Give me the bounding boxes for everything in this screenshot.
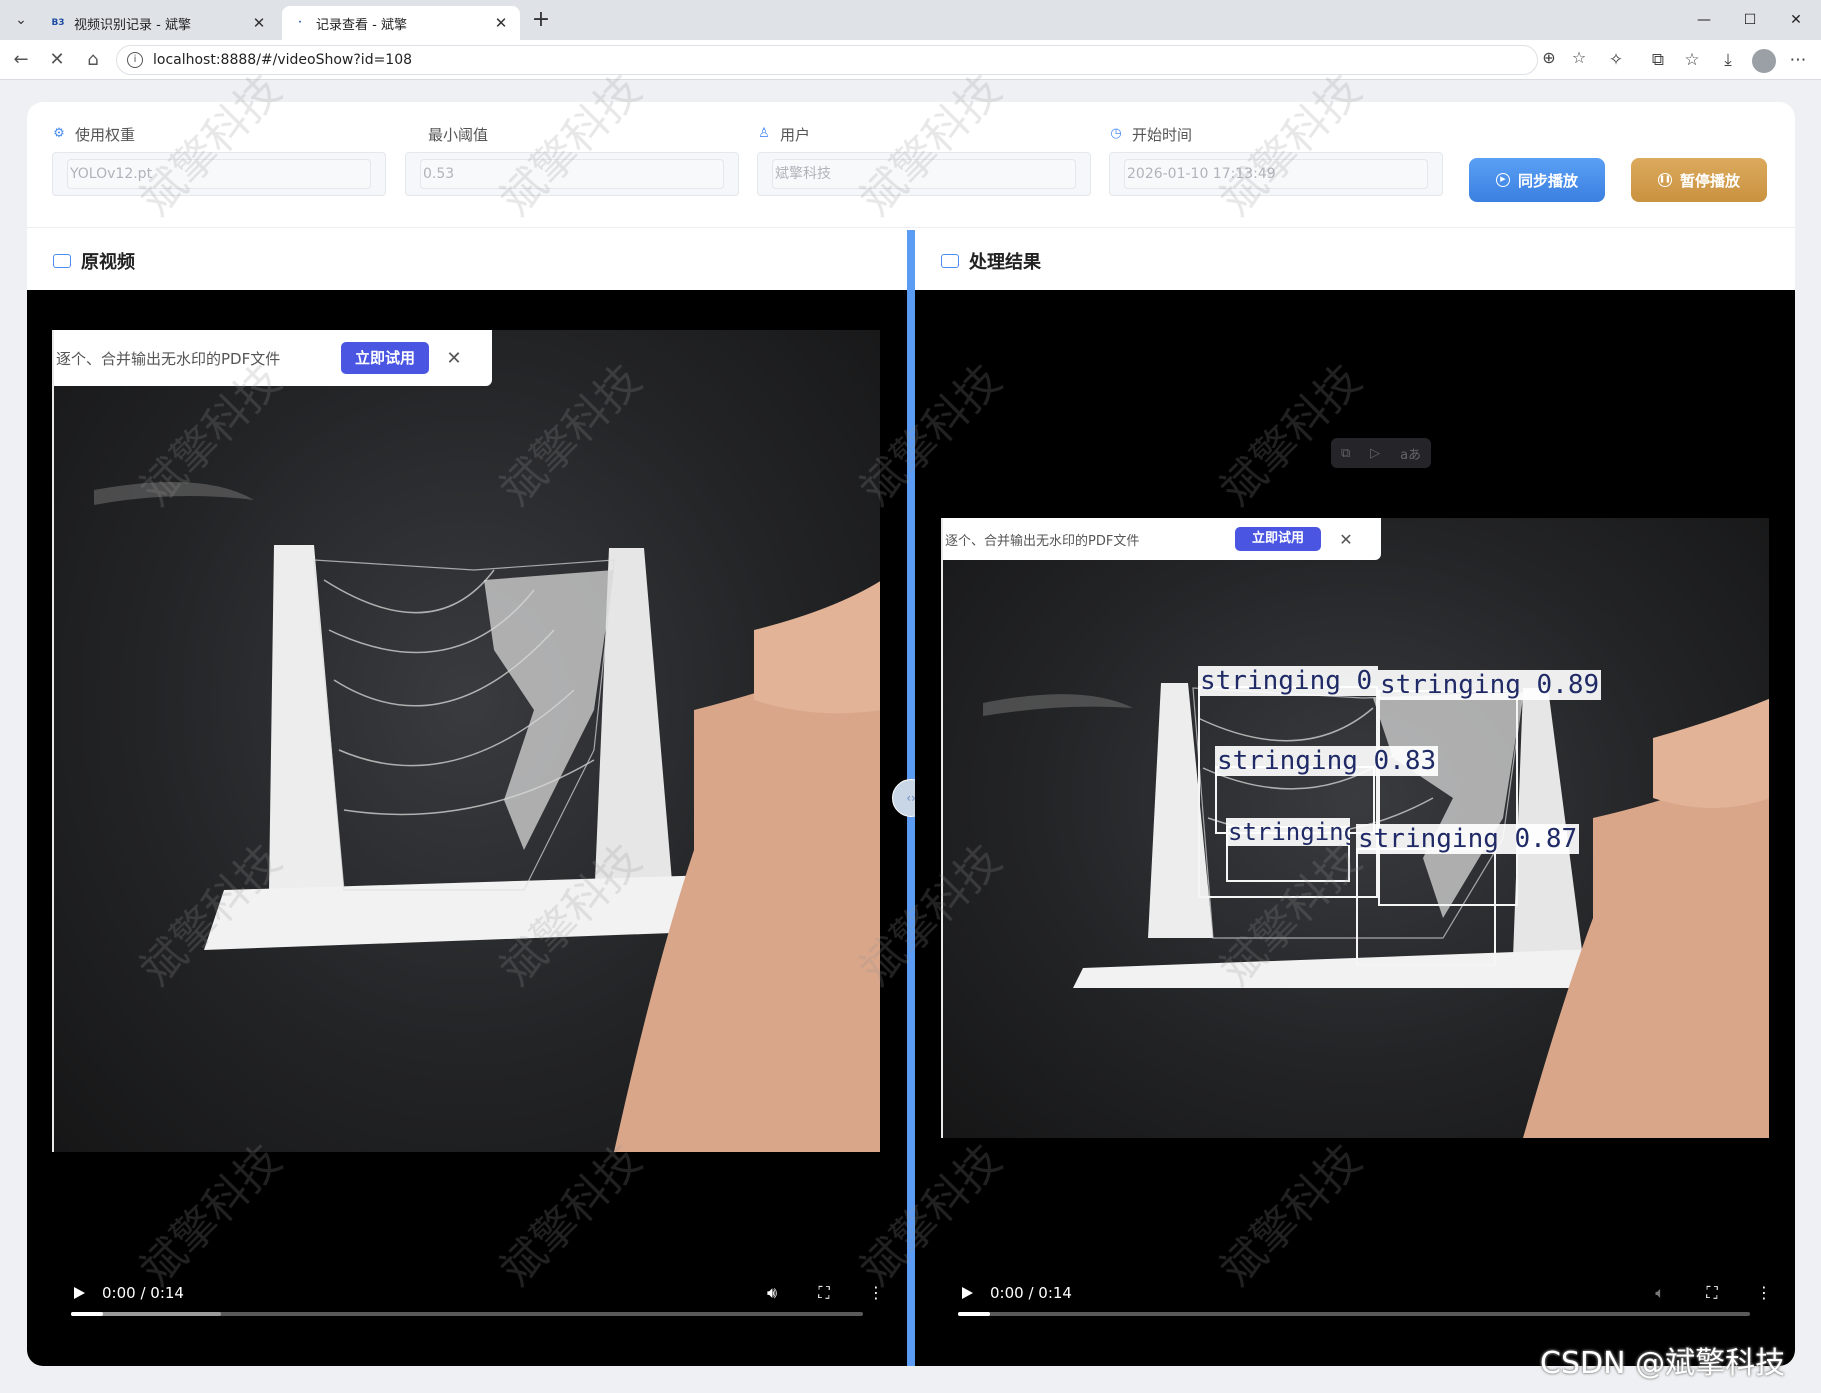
address-bar[interactable]: i localhost:8888/#/videoShow?id=108	[116, 45, 1538, 75]
threshold-field: 最小阈值 0.53	[405, 124, 739, 196]
tab-title: 记录查看 - 斌擎	[316, 17, 407, 33]
original-video-frame: 逐个、合并输出无水印的PDF文件 立即试用 ✕	[52, 330, 880, 1152]
maximize-icon[interactable]: ☐	[1728, 6, 1772, 34]
original-video-header: 原视频	[53, 230, 135, 292]
tab-video-records[interactable]: B3 视频识别记录 - 斌擎 ✕	[40, 6, 278, 40]
url-text: localhost:8888/#/videoShow?id=108	[153, 52, 413, 68]
ad-overlay: 逐个、合并输出无水印的PDF文件 立即试用 ✕	[54, 330, 492, 386]
downloads-icon[interactable]: ⤓	[1716, 50, 1740, 70]
time-display: 0:00 / 0:14	[990, 1284, 1072, 1302]
detection-label: stringing 0.87	[1356, 824, 1580, 854]
tab-title: 视频识别记录 - 斌擎	[74, 17, 191, 33]
video-camera-icon	[53, 254, 71, 268]
ad-overlay: 逐个、合并输出无水印的PDF文件 立即试用 ✕	[943, 518, 1381, 560]
tab-close-icon[interactable]: ✕	[250, 14, 268, 32]
threshold-input[interactable]: 0.53	[420, 159, 724, 189]
record-view-card: ⚙ 使用权重 YOLOv12.pt 最小阈值 0.53 ♙ 用户 斌擎科技 ◷ …	[27, 102, 1795, 1366]
user-label: ♙ 用户	[758, 125, 811, 144]
back-icon[interactable]: ←	[8, 48, 34, 72]
pause-play-button[interactable]: ❚❚ 暂停播放	[1631, 158, 1767, 202]
stringing-test-print-image	[94, 482, 880, 1152]
chip-icon: ⚙	[53, 126, 65, 141]
tab-record-view[interactable]: · 记录查看 - 斌擎 ✕	[282, 6, 520, 40]
result-video-frame: stringing 0.8 stringing 0.89 stringing 0…	[941, 518, 1769, 1138]
browser-tab-bar: ⌄ B3 视频识别记录 - 斌擎 ✕ · 记录查看 - 斌擎 ✕ + — ☐ ✕	[0, 0, 1821, 40]
site-info-icon[interactable]: i	[127, 52, 143, 68]
ad-close-icon[interactable]: ✕	[429, 348, 479, 369]
ad-text: 逐个、合并输出无水印的PDF文件	[945, 533, 1140, 549]
detection-label: stringing 0.7	[1226, 818, 1350, 846]
clock-icon: ◷	[1110, 126, 1122, 141]
window-close-icon[interactable]: ✕	[1774, 6, 1818, 34]
tab-favicon-icon: ·	[298, 18, 302, 28]
played-fill	[71, 1312, 103, 1316]
monitor-icon	[941, 254, 959, 268]
zoom-icon[interactable]: ⊕	[1538, 48, 1560, 67]
detection-label: stringing 0.8	[1198, 666, 1378, 696]
browser-toolbar: ← ✕ ⌂ i localhost:8888/#/videoShow?id=10…	[0, 40, 1821, 80]
tab-close-icon[interactable]: ✕	[492, 14, 510, 32]
ad-text: 逐个、合并输出无水印的PDF文件	[56, 349, 281, 368]
start-time-input[interactable]: 2026-01-10 17:13:49	[1124, 159, 1428, 189]
result-video-header: 处理结果	[941, 230, 1041, 292]
minimize-icon[interactable]: —	[1682, 6, 1726, 34]
weight-label: ⚙ 使用权重	[53, 125, 136, 144]
play-circle-icon: ▶	[1495, 173, 1510, 187]
played-fill	[958, 1312, 990, 1316]
threshold-icon	[405, 127, 419, 141]
detection-label: stringing 0.89	[1378, 670, 1602, 700]
favorite-star-icon[interactable]: ☆	[1568, 48, 1590, 67]
detection-box	[1356, 848, 1496, 966]
extensions-icon[interactable]: ✧	[1604, 50, 1628, 70]
start-time-field: ◷ 开始时间 2026-01-10 17:13:49	[1109, 124, 1443, 196]
video-snapshot-icon[interactable]: ▷	[1370, 446, 1380, 461]
play-icon[interactable]	[72, 1286, 86, 1300]
sync-play-button[interactable]: ▶ 同步播放	[1469, 158, 1605, 202]
header-divider	[27, 227, 1795, 228]
user-input[interactable]: 斌擎科技	[772, 159, 1076, 189]
tab-actions-menu-icon[interactable]: ⌄	[6, 7, 36, 33]
favorites-icon[interactable]: ☆	[1680, 50, 1704, 70]
threshold-label: 最小阈值	[405, 124, 739, 144]
video-mini-toolbar: ⧉ ▷ aあ	[1331, 438, 1431, 468]
ad-close-icon[interactable]: ✕	[1321, 530, 1371, 549]
stop-loading-icon[interactable]: ✕	[44, 48, 70, 72]
user-icon: ♙	[758, 126, 770, 141]
more-options-icon[interactable]: ⋮	[1752, 1263, 1776, 1323]
start-time-label: ◷ 开始时间	[1110, 125, 1193, 144]
split-screen-icon[interactable]: ⧉	[1646, 50, 1670, 70]
detection-label: stringing 0.83	[1215, 746, 1439, 776]
user-field: ♙ 用户 斌擎科技	[757, 124, 1091, 196]
play-icon[interactable]	[960, 1286, 974, 1300]
weight-field: ⚙ 使用权重 YOLOv12.pt	[52, 124, 386, 196]
tab-favicon-icon: B3	[51, 18, 65, 28]
new-tab-icon[interactable]: +	[528, 8, 554, 34]
left-progress-bar[interactable]	[71, 1312, 863, 1316]
ad-try-button[interactable]: 立即试用	[1235, 527, 1321, 551]
pause-circle-icon: ❚❚	[1657, 173, 1672, 187]
weight-input[interactable]: YOLOv12.pt	[67, 159, 371, 189]
home-icon[interactable]: ⌂	[80, 48, 106, 72]
right-progress-bar[interactable]	[958, 1312, 1750, 1316]
csdn-credit: CSDN @斌擎科技	[1540, 1346, 1786, 1381]
picture-in-picture-icon[interactable]: ⧉	[1341, 446, 1350, 461]
profile-avatar[interactable]	[1752, 49, 1776, 73]
ad-try-button[interactable]: 立即试用	[341, 342, 429, 374]
more-icon[interactable]: ⋯	[1786, 50, 1810, 70]
translate-icon[interactable]: aあ	[1400, 444, 1421, 463]
more-options-icon[interactable]: ⋮	[864, 1263, 888, 1323]
time-display: 0:00 / 0:14	[102, 1284, 184, 1302]
